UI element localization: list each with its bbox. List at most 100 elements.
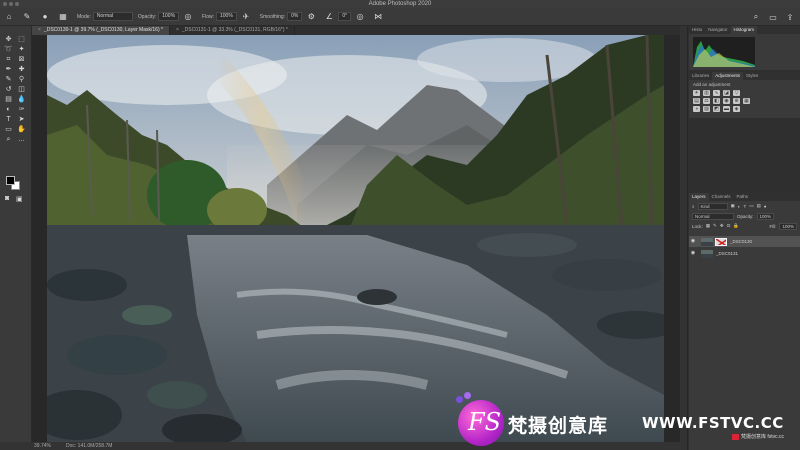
lock-brush-icon[interactable]: ✎ [713,223,717,229]
foreground-color-swatch[interactable] [6,176,15,185]
close-tab-icon[interactable]: × [176,27,179,33]
lock-artboard-icon[interactable]: ⊡ [727,223,731,229]
angle-input[interactable]: 0° [338,12,352,21]
more-tools-icon[interactable]: … [16,136,27,144]
lock-move-icon[interactable]: ✥ [720,223,724,229]
opacity-input[interactable]: 100% [158,12,180,21]
black-white-icon[interactable]: ◧ [713,98,720,104]
gradient-tool-icon[interactable]: ▤ [3,96,14,104]
close-window-icon[interactable] [3,2,7,6]
tab-channels[interactable]: Channels [709,193,734,201]
window-controls[interactable] [3,2,19,6]
quick-mask-icon[interactable]: ◙ [5,195,9,202]
channel-mixer-icon[interactable]: ⊕ [733,98,740,104]
tab-styles[interactable]: Styles [743,72,761,80]
eraser-tool-icon[interactable]: ◫ [16,86,27,94]
lasso-tool-icon[interactable]: ➰ [3,46,14,54]
color-balance-icon[interactable]: ⚖ [703,98,710,104]
brush-settings-icon[interactable]: ▦ [57,11,69,23]
tab-document-1[interactable]: × _DSC0130-1 @ 39.7% (_DSC0130, Layer Mas… [32,26,170,35]
frame-tool-icon[interactable]: ⊠ [16,56,27,64]
layer-row[interactable]: ◉ _DSC0131 [689,248,800,259]
photo-filter-icon[interactable]: ◉ [723,98,730,104]
layer-row[interactable]: ◉ _DSC0130 [689,236,800,247]
smoothing-settings-icon[interactable]: ⚙ [305,11,317,23]
airbrush-icon[interactable]: ✈ [240,11,252,23]
zoom-level[interactable]: 39.74% [34,442,51,450]
healing-tool-icon[interactable]: ✚ [16,66,27,74]
posterize-icon[interactable]: ▨ [703,106,710,112]
document-image[interactable] [47,35,664,442]
layer-mask-thumbnail[interactable] [715,237,727,246]
pressure-opacity-icon[interactable]: ◎ [182,11,194,23]
pen-tool-icon[interactable]: ✑ [16,106,27,114]
zoom-window-icon[interactable] [15,2,19,6]
home-icon[interactable]: ⌂ [3,11,15,23]
flow-input[interactable]: 100% [216,12,237,21]
brush-tool-icon[interactable]: ✎ [3,76,14,84]
color-lookup-icon[interactable]: ▦ [743,98,750,104]
tab-histo[interactable]: Histo [689,26,705,34]
visibility-eye-icon[interactable]: ◉ [689,248,697,259]
search-icon[interactable]: ⌕ [750,11,762,23]
type-tool-icon[interactable]: T [3,116,14,124]
history-brush-icon[interactable]: ↺ [3,86,14,94]
blur-tool-icon[interactable]: 💧 [16,96,27,104]
tab-navigator[interactable]: Navigator [705,26,730,34]
filter-toggle-icon[interactable]: ● [764,204,767,209]
blend-mode-select[interactable]: Normal [692,212,734,220]
vibrance-icon[interactable]: ▽ [733,90,740,96]
workspace-icon[interactable]: ▭ [767,11,779,23]
screen-mode-icon[interactable]: ▣ [16,195,23,203]
pressure-size-icon[interactable]: ◎ [354,11,366,23]
shape-tool-icon[interactable]: ▭ [3,126,14,134]
filter-pixel-icon[interactable]: ▣ [731,203,735,209]
exposure-icon[interactable]: ◪ [723,90,730,96]
eyedropper-tool-icon[interactable]: ✒ [3,66,14,74]
marquee-tool-icon[interactable]: ⬚ [16,36,27,44]
minimize-window-icon[interactable] [9,2,13,6]
hue-saturation-icon[interactable]: ▤ [693,98,700,104]
move-tool-icon[interactable]: ✥ [3,36,14,44]
canvas-area[interactable] [32,35,680,442]
visibility-eye-icon[interactable]: ◉ [689,236,697,247]
crop-tool-icon[interactable]: ⌗ [3,56,14,64]
filter-kind-select[interactable]: Kind [697,202,728,210]
quick-select-tool-icon[interactable]: ✦ [16,46,27,54]
share-icon[interactable]: ⇪ [784,11,796,23]
lock-pixels-icon[interactable]: ▦ [706,223,710,229]
stamp-tool-icon[interactable]: ⚲ [16,76,27,84]
selective-color-icon[interactable]: ◈ [733,106,740,112]
brush-tool-icon[interactable]: ✎ [21,11,33,23]
brush-preset-icon[interactable]: ● [39,11,51,23]
fill-input[interactable]: 100% [779,222,797,230]
layer-opacity-input[interactable]: 100% [756,212,775,220]
tab-layers[interactable]: Layers [689,193,709,201]
symmetry-icon[interactable]: ⋈ [372,11,384,23]
mode-select[interactable]: Normal [92,12,133,21]
threshold-icon[interactable]: ◩ [713,106,720,112]
brightness-contrast-icon[interactable]: ☀ [693,90,700,96]
close-tab-icon[interactable]: × [38,27,41,33]
filter-smart-icon[interactable]: ▤ [757,203,761,209]
doc-size[interactable]: Doc: 141.0M/258.7M [66,442,112,450]
tab-paths[interactable]: Paths [734,193,752,201]
tab-document-2[interactable]: × _DSC0131-1 @ 33.3% (_DSC0131, RGB/16*) … [170,26,295,35]
filter-shape-icon[interactable]: ▭ [749,203,753,209]
levels-icon[interactable]: ▥ [703,90,710,96]
smoothing-input[interactable]: 0% [287,12,303,21]
filter-type-icon[interactable]: T [744,204,747,209]
tab-libraries[interactable]: Libraries [689,72,712,80]
invert-icon[interactable]: ◑ [693,106,700,112]
lock-all-icon[interactable]: 🔒 [733,223,739,229]
hand-tool-icon[interactable]: ✋ [16,126,27,134]
tab-histogram[interactable]: Histogram [730,26,758,34]
zoom-tool-icon[interactable]: ⌕ [3,136,14,144]
path-select-tool-icon[interactable]: ➤ [16,116,27,124]
curves-icon[interactable]: ∿ [713,90,720,96]
filter-adjust-icon[interactable]: ◐ [738,204,741,209]
dodge-tool-icon[interactable]: ◐ [3,106,14,114]
tab-adjustments[interactable]: Adjustments [712,72,744,80]
angle-icon[interactable]: ∠ [323,11,335,23]
gradient-map-icon[interactable]: ▬ [723,106,730,112]
